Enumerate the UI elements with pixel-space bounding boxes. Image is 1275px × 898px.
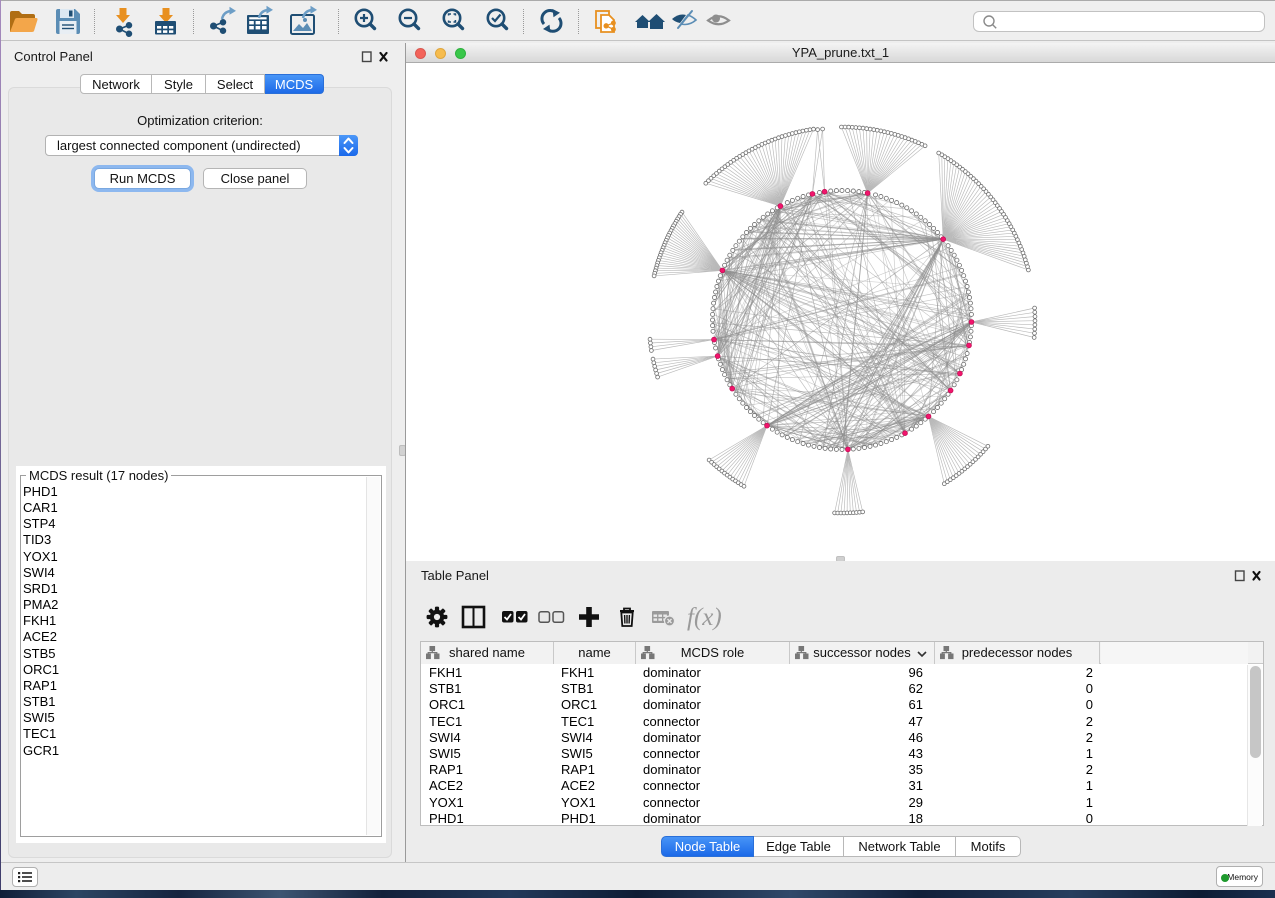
svg-text:f(x): f(x) (687, 604, 722, 631)
